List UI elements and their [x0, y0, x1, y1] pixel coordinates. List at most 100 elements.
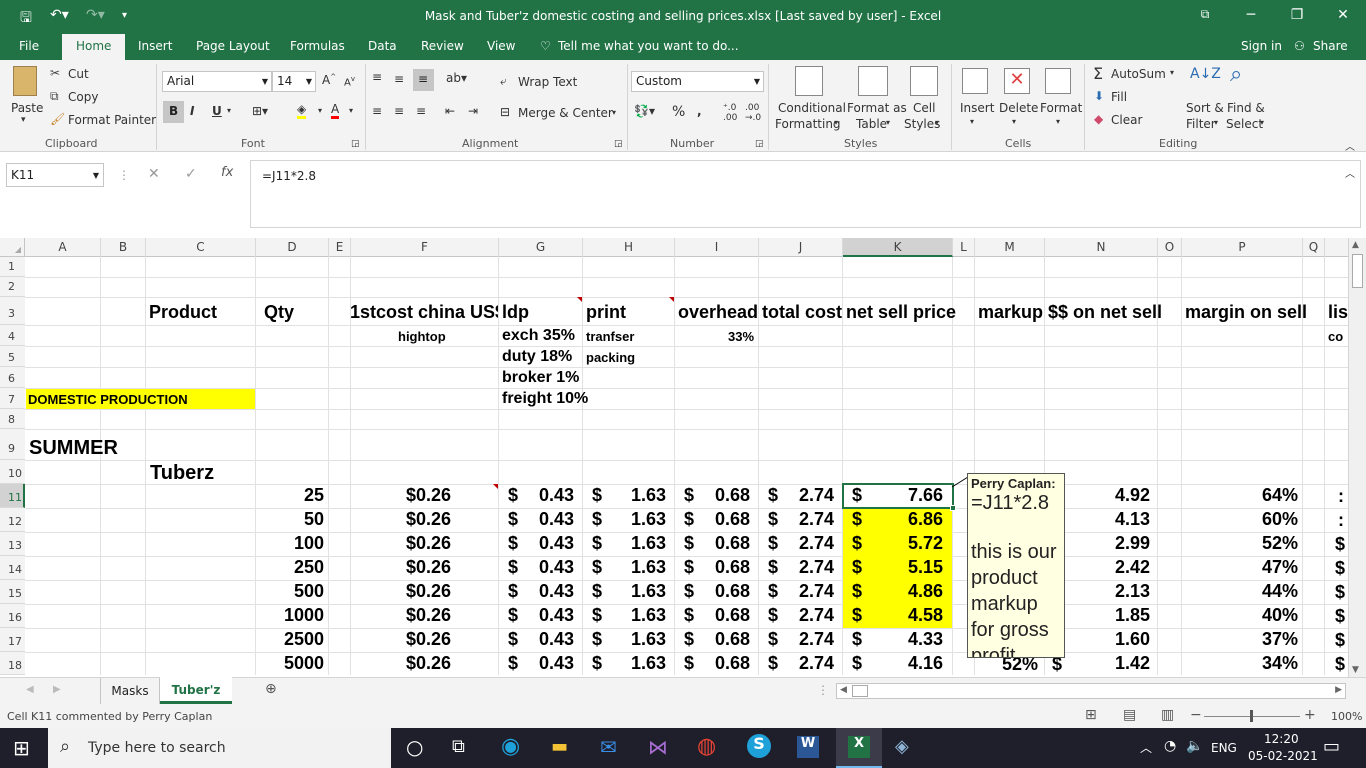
cell-overhead[interactable]: 0.68 [700, 485, 750, 506]
clock-date[interactable]: 05-02-2021 [1248, 749, 1318, 763]
formula-input[interactable]: =J11*2.8 [250, 160, 1361, 228]
conditional-formatting-button[interactable]: Conditional [778, 101, 846, 115]
chevron-down-icon[interactable]: ▾ [1260, 118, 1264, 127]
chevron-down-icon[interactable]: ▾ [318, 106, 322, 115]
row-header[interactable]: 13 [0, 532, 25, 556]
header-markup[interactable]: markup [978, 302, 1043, 323]
comma-style-button[interactable]: , [697, 104, 702, 118]
cut-button[interactable]: Cut [68, 67, 89, 81]
cell-qty[interactable]: 5000 [256, 653, 324, 674]
tab-review[interactable]: Review [421, 39, 464, 53]
cell-margin[interactable]: 47% [1186, 557, 1298, 578]
minimize-button[interactable]: ─ [1236, 7, 1266, 23]
skype-icon[interactable]: S [747, 734, 771, 758]
copy-button[interactable]: Copy [68, 90, 98, 104]
share-button[interactable]: Share [1313, 39, 1348, 53]
restore-button[interactable]: ❐ [1282, 7, 1312, 23]
conditional-formatting-icon[interactable] [795, 66, 823, 96]
cell-overhead[interactable]: 0.68 [700, 629, 750, 650]
cell-overhead[interactable]: 0.68 [700, 581, 750, 602]
ribbon-display-icon[interactable]: ⧉ [1190, 7, 1220, 22]
column-header[interactable]: M [975, 238, 1045, 257]
delete-button[interactable]: Delete [999, 101, 1038, 115]
format-cells-icon[interactable] [1045, 68, 1071, 94]
column-header[interactable]: L [953, 238, 975, 257]
chevron-up-icon[interactable]: ︿ [1140, 739, 1152, 756]
page-break-view-icon[interactable]: ▥ [1161, 707, 1174, 723]
tell-me-input[interactable]: Tell me what you want to do... [558, 39, 739, 53]
header-on-net[interactable]: $$ on net sell [1048, 302, 1162, 323]
cell-co[interactable]: co [1328, 329, 1348, 344]
prev-sheet-icon[interactable]: ◀ [26, 684, 34, 695]
cell-print[interactable]: 1.63 [606, 557, 666, 578]
increase-font-icon[interactable]: A^ [322, 73, 336, 87]
increase-indent-icon[interactable]: ⇥ [468, 104, 478, 118]
cell-first-cost[interactable]: $0.26 [351, 605, 451, 626]
cell-total[interactable]: 2.74 [784, 557, 834, 578]
tab-insert[interactable]: Insert [138, 39, 172, 53]
header-qty[interactable]: Qty [264, 302, 294, 323]
column-header[interactable]: C [146, 238, 256, 257]
chevron-down-icon[interactable]: ▾ [834, 118, 838, 127]
format-as-table-icon[interactable] [858, 66, 888, 96]
accounting-format-icon[interactable]: 💱▾ [634, 104, 655, 118]
header-total-cost[interactable]: total cost [762, 302, 842, 323]
tab-formulas[interactable]: Formulas [290, 39, 345, 53]
enter-icon[interactable]: ✓ [185, 166, 197, 182]
header-print[interactable]: print [586, 302, 626, 323]
cell-total[interactable]: 2.74 [784, 533, 834, 554]
cell-margin[interactable]: 40% [1186, 605, 1298, 626]
chevron-down-icon[interactable]: ▾ [886, 118, 890, 127]
cell-print[interactable]: 1.63 [606, 581, 666, 602]
cell-overhead[interactable]: 0.68 [700, 605, 750, 626]
fill-color-icon[interactable]: ◈ [297, 102, 307, 119]
cell-qty[interactable]: 250 [256, 557, 324, 578]
row-header[interactable]: 18 [0, 652, 25, 675]
column-header[interactable]: Q [1303, 238, 1325, 257]
clear-button[interactable]: Clear [1111, 113, 1142, 127]
cell-net-sell[interactable]: 4.16 [873, 653, 943, 674]
orientation-icon[interactable]: ab▾ [446, 71, 467, 85]
cell-print[interactable]: 1.63 [606, 629, 666, 650]
cell-ldp[interactable]: 0.43 [514, 581, 574, 602]
font-name-select[interactable]: Arial ▼ [162, 71, 272, 92]
zoom-slider-thumb[interactable] [1250, 710, 1253, 722]
cell-total[interactable]: 2.74 [784, 581, 834, 602]
header-list[interactable]: lis [1328, 302, 1348, 323]
cell-qty[interactable]: 100 [256, 533, 324, 554]
cell-ldp[interactable]: 0.43 [514, 509, 574, 530]
dialog-launcher-icon[interactable]: ◲ [351, 139, 360, 149]
chevron-down-icon[interactable]: ▾ [21, 115, 26, 125]
borders-icon[interactable]: ⊞▾ [252, 104, 268, 118]
header-product[interactable]: Product [149, 302, 217, 323]
windows-start-icon[interactable]: ⊞ [13, 736, 30, 760]
chevron-down-icon[interactable]: ▾ [970, 117, 974, 126]
cell-first-cost[interactable]: $0.26 [351, 557, 451, 578]
column-header[interactable]: E [329, 238, 351, 257]
cell-dollars-on-net[interactable]: 1.60 [1050, 629, 1150, 650]
column-header[interactable]: B [101, 238, 146, 257]
cell-duty[interactable]: duty 18% [502, 348, 572, 366]
dialog-launcher-icon[interactable]: ◲ [755, 139, 764, 149]
sort-filter-button[interactable]: Sort & [1186, 101, 1224, 115]
excel-taskbar-button[interactable]: X [836, 728, 882, 768]
cell-overhead-pct[interactable]: 33% [728, 329, 754, 344]
cortana-icon[interactable]: ○ [406, 735, 423, 759]
chevron-down-icon[interactable]: ▾ [1012, 117, 1016, 126]
chevron-down-icon[interactable]: ▾ [1056, 117, 1060, 126]
cell-total[interactable]: 2.74 [784, 605, 834, 626]
cell-net-sell[interactable]: 6.86 [873, 509, 943, 530]
cell-ldp[interactable]: 0.43 [514, 485, 574, 506]
cell-print[interactable]: 1.63 [606, 653, 666, 674]
cell-net-sell[interactable]: 4.33 [873, 629, 943, 650]
cell-net-sell[interactable]: 4.58 [873, 605, 943, 626]
italic-button[interactable]: I [190, 104, 194, 118]
row-header[interactable]: 2 [0, 277, 25, 297]
font-color-icon[interactable]: A [331, 102, 340, 119]
cell-overhead[interactable]: 0.68 [700, 533, 750, 554]
cell-net-sell[interactable]: 5.15 [873, 557, 943, 578]
tab-file[interactable]: File [19, 39, 39, 53]
cell-first-cost[interactable]: $0.26 [351, 629, 451, 650]
page-layout-view-icon[interactable]: ▤ [1123, 707, 1136, 723]
zoom-level[interactable]: 100% [1331, 710, 1362, 723]
